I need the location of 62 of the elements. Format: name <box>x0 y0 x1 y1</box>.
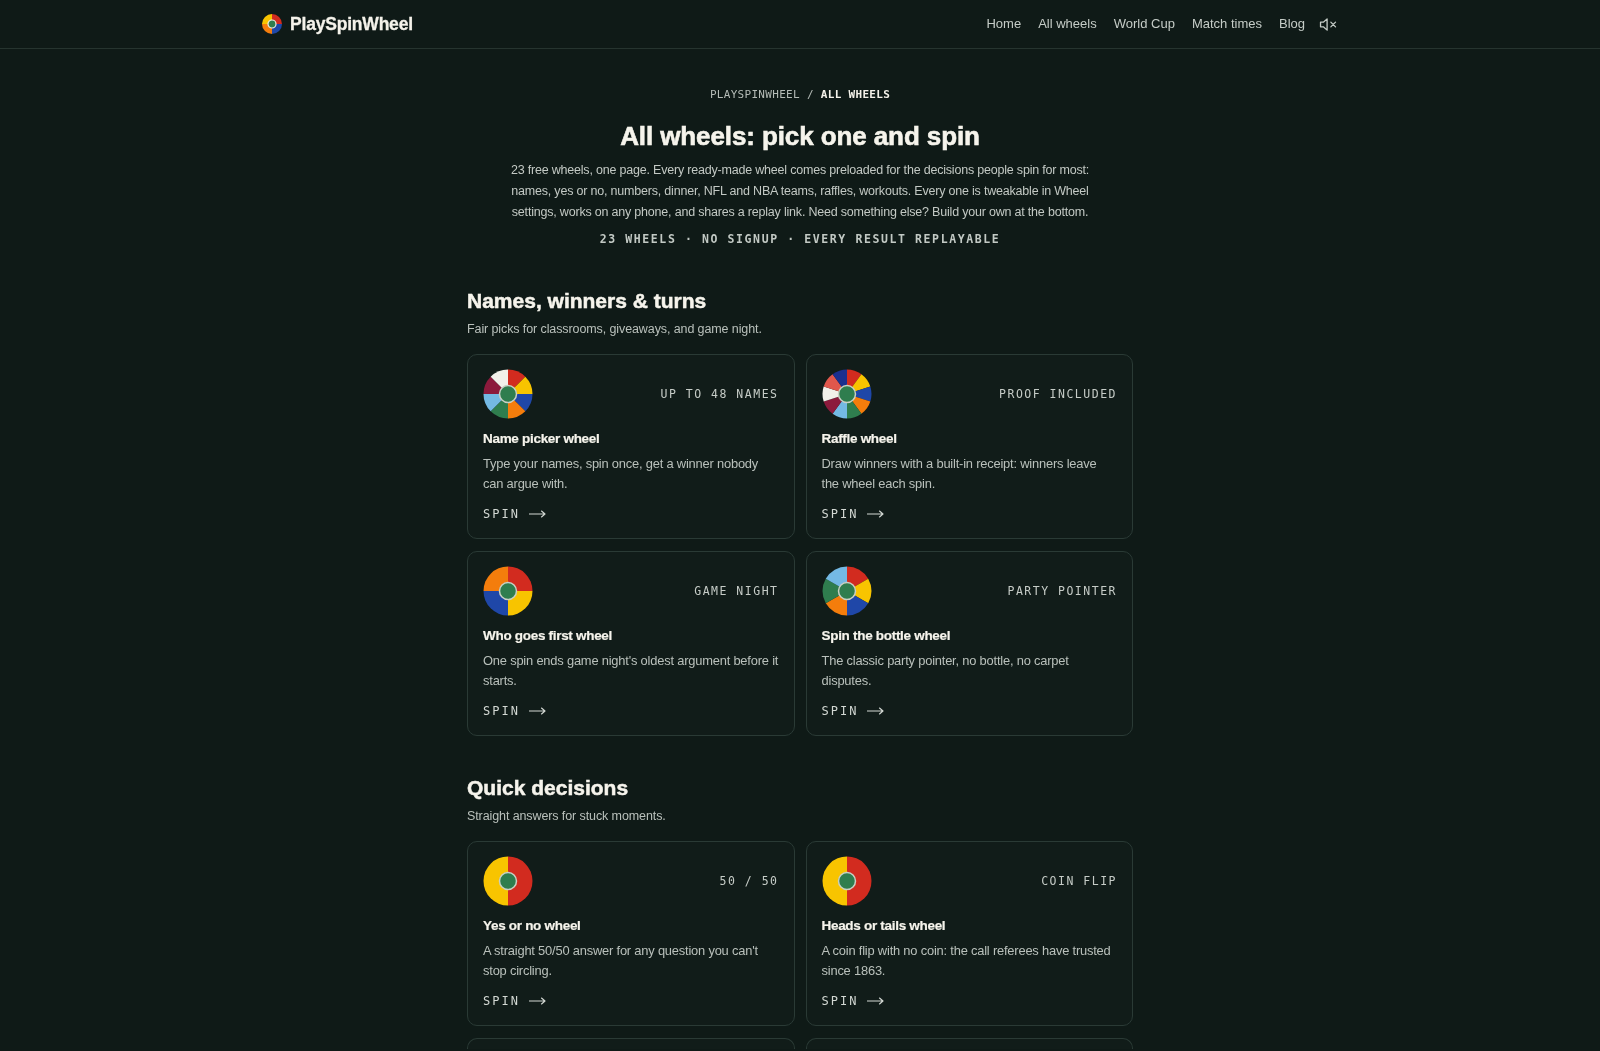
card-title: Heads or tails wheel <box>821 917 947 935</box>
card-description: Draw winners with a built-in receipt: winners leave the wheel each spin. <box>821 455 1098 493</box>
card-title: Name picker wheel <box>483 430 601 448</box>
wheel-card[interactable]: GAME NIGHT Who goes first wheel One spin ends game night's oldest argument before it starts. SPIN <box>467 551 795 736</box>
wheel-card[interactable]: COIN FLIP Heads or tails wheel A coin flip with no coin: the call referees have trusted since 1863. SPIN <box>805 841 1133 1026</box>
card-tag: 50 / 50 <box>719 873 779 889</box>
breadcrumb-link[interactable]: PLAYSPINWHEEL <box>709 87 800 103</box>
card-title: Raffle wheel <box>821 430 898 448</box>
card-description: The classic party pointer, no bottle, no carpet disputes. <box>821 652 1070 690</box>
arrow-right-icon <box>528 510 546 518</box>
spin-link[interactable]: SPIN <box>821 993 885 1009</box>
wheel-card[interactable] <box>467 1038 795 1049</box>
nav-link[interactable]: World Cup <box>1113 16 1175 32</box>
card-tag: COIN FLIP <box>1041 873 1117 889</box>
wheel-card[interactable]: 50 / 50 Yes or no wheel A straight 50/50 answer for any question you can't stop circling. SPIN <box>467 841 795 1026</box>
arrow-right-icon <box>867 997 885 1005</box>
arrow-right-icon <box>528 997 546 1005</box>
intro-text: 23 free wheels, one page. Every ready-made wheel comes preloaded for the decisions people spin for most: names, yes or no, numbers, dinner, NFL and NBA teams, raffles, workouts. Every one is tweakable in Wheel settings, works on any phone, and shares a replay link. Need something else? Build your own at the bottom. <box>509 162 1091 221</box>
nav-link[interactable]: Match times <box>1191 16 1262 32</box>
wheel-card[interactable]: UP TO 48 NAMES Name picker wheel Type your names, spin once, get a winner nobody can argue with. SPIN <box>467 354 795 539</box>
wheel-card[interactable]: PROOF INCLUDED Raffle wheel Draw winners with a built-in receipt: winners leave the wheel each spin. SPIN <box>805 354 1133 539</box>
card-description: A coin flip with no coin: the call referees have trusted since 1863. <box>821 942 1112 980</box>
speaker-muted-icon[interactable] <box>1319 16 1338 32</box>
spin-link[interactable]: SPIN <box>483 993 546 1009</box>
card-description: One spin ends game night's oldest argument before it starts. <box>483 652 779 690</box>
card-description: Type your names, spin once, get a winner nobody can argue with. <box>483 455 760 493</box>
wheel-icon <box>821 856 872 906</box>
wheel-icon <box>821 369 872 419</box>
section-subtitle: Straight answers for stuck moments. <box>467 808 667 825</box>
nav-link[interactable]: Home <box>986 16 1022 32</box>
card-tag: GAME NIGHT <box>694 583 779 599</box>
page-title: All wheels: pick one and spin <box>619 120 981 152</box>
card-title: Spin the bottle wheel <box>821 627 952 645</box>
spin-link[interactable]: SPIN <box>821 506 885 522</box>
spin-link[interactable]: SPIN <box>483 703 546 719</box>
wheel-icon <box>821 566 872 616</box>
card-title: Who goes first wheel <box>483 627 613 645</box>
breadcrumb-current: ALL WHEELS <box>820 87 891 103</box>
section-heading: Quick decisions <box>467 775 630 801</box>
tagline-text: 23 WHEELS · NO SIGNUP · EVERY RESULT REPLAYABLE <box>598 231 1002 247</box>
card-description: A straight 50/50 answer for any question you can't stop circling. <box>483 942 759 980</box>
wheel-card[interactable] <box>805 1038 1133 1049</box>
wheel-icon <box>483 856 533 906</box>
breadcrumb-separator: / <box>806 87 814 103</box>
section-subtitle: Fair picks for classrooms, giveaways, and game night. <box>467 321 763 338</box>
wheel-icon <box>483 566 533 616</box>
arrow-right-icon <box>528 707 546 715</box>
arrow-right-icon <box>867 510 885 518</box>
card-tag: PARTY POINTER <box>1007 583 1117 599</box>
arrow-right-icon <box>867 707 885 715</box>
section-heading: Names, winners & turns <box>467 288 708 314</box>
nav-link[interactable]: All wheels <box>1038 16 1097 32</box>
card-title: Yes or no wheel <box>483 917 582 935</box>
nav-link[interactable]: Blog <box>1278 16 1305 32</box>
wheel-logo-icon <box>262 14 282 34</box>
wheel-card[interactable]: PARTY POINTER Spin the bottle wheel The classic party pointer, no bottle, no carpet disputes. SPIN <box>805 551 1133 736</box>
card-tag: UP TO 48 NAMES <box>660 386 779 402</box>
site-logo-link[interactable]: PlaySpinWheel <box>262 13 413 35</box>
wheel-icon <box>483 369 533 419</box>
spin-link[interactable]: SPIN <box>821 703 885 719</box>
spin-link[interactable]: SPIN <box>483 506 546 522</box>
card-tag: PROOF INCLUDED <box>999 386 1117 402</box>
